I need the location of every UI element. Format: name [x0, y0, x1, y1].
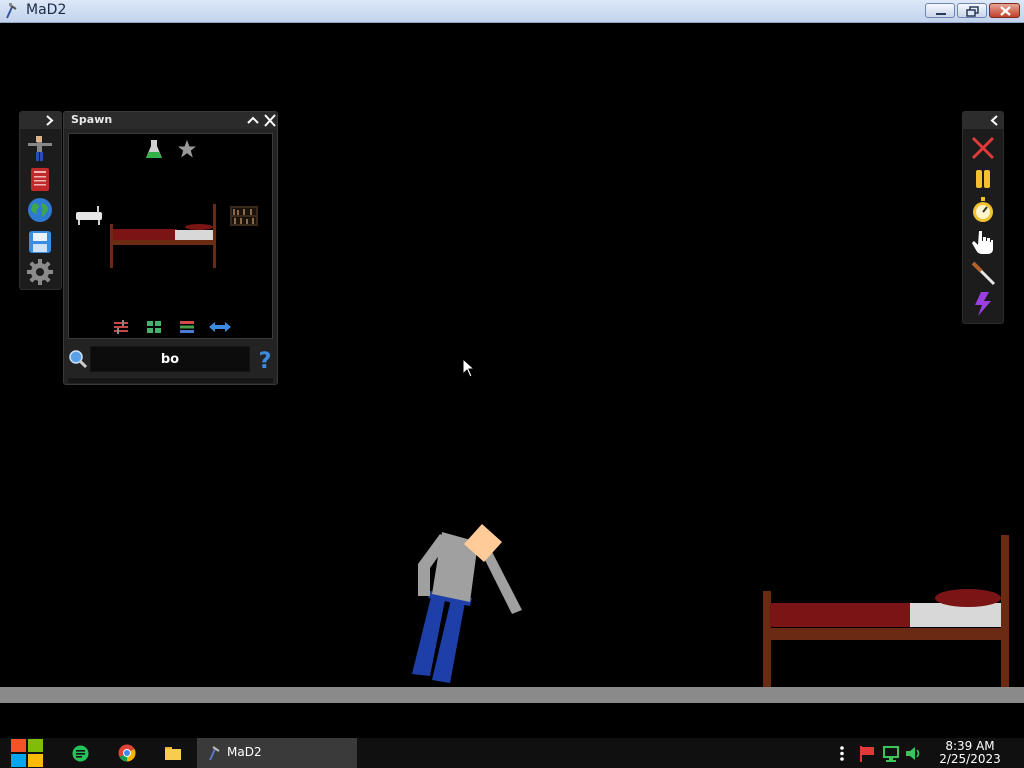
taskbar-item-mad2[interactable]: MaD2 — [197, 738, 357, 768]
window-title-bar: MaD2 — [0, 0, 1024, 23]
star-icon[interactable] — [177, 139, 197, 159]
search-row: bo ? — [64, 344, 277, 376]
ragdoll-tool-button[interactable] — [26, 134, 54, 162]
save-button[interactable] — [26, 228, 54, 256]
drag-tool-button[interactable] — [969, 228, 997, 256]
volume-icon[interactable] — [905, 745, 923, 762]
right-toolbar — [962, 111, 1004, 324]
swap-arrows-icon[interactable] — [209, 321, 231, 333]
right-toolbar-header — [963, 112, 1003, 129]
bed-object[interactable] — [760, 533, 1014, 688]
collapse-chevron-up-icon[interactable] — [246, 114, 260, 127]
list-view-icon[interactable] — [179, 320, 195, 334]
spawn-panel-footer — [68, 378, 273, 383]
help-icon[interactable]: ? — [256, 348, 274, 372]
minimize-button[interactable] — [925, 3, 955, 18]
window-title: MaD2 — [26, 2, 67, 18]
lightning-icon — [975, 292, 991, 316]
settings-button[interactable] — [26, 258, 54, 286]
flask-icon[interactable] — [145, 139, 163, 159]
filter-icon[interactable] — [113, 320, 129, 334]
spawn-panel-header[interactable]: Spawn — [64, 112, 277, 129]
save-icon — [29, 231, 51, 253]
spawn-panel-title: Spawn — [71, 113, 113, 126]
chat-app-icon[interactable] — [72, 745, 89, 762]
stopwatch-icon — [973, 197, 993, 222]
pause-button[interactable] — [969, 165, 997, 193]
book-icon — [31, 168, 49, 191]
close-window-button[interactable] — [989, 3, 1020, 18]
ragdoll-character[interactable] — [400, 498, 540, 688]
flag-icon[interactable] — [858, 745, 876, 762]
close-panel-icon[interactable] — [263, 114, 277, 127]
minimize-icon — [936, 13, 946, 15]
globe-icon — [28, 198, 52, 222]
overflow-dots-icon[interactable] — [838, 745, 846, 762]
restore-icon — [966, 6, 979, 17]
mouse-cursor — [462, 358, 476, 378]
bathtub-item[interactable] — [75, 204, 103, 226]
bed-item[interactable] — [107, 202, 219, 270]
delete-tool-button[interactable] — [969, 134, 997, 162]
collapse-chevron-left-icon[interactable] — [989, 114, 1001, 127]
power-tool-button[interactable] — [969, 290, 997, 318]
grid-view-icon[interactable] — [146, 320, 162, 334]
bookshelf-item[interactable] — [230, 206, 258, 226]
ragdoll-icon — [28, 136, 52, 161]
chrome-icon[interactable] — [118, 744, 136, 762]
left-toolbar — [19, 111, 62, 290]
expand-chevron-right-icon[interactable] — [44, 114, 56, 127]
taskbar-clock[interactable]: 8:39 AM 2/25/2023 — [930, 740, 1010, 766]
windows-start-icon[interactable] — [10, 738, 44, 768]
knife-tool-button[interactable] — [969, 259, 997, 287]
ground-floor — [0, 687, 1024, 703]
delete-x-icon — [971, 136, 995, 160]
gear-icon — [27, 259, 53, 285]
clock-date: 2/25/2023 — [939, 752, 1001, 766]
spawn-item-grid — [68, 133, 273, 339]
svg-text:?: ? — [259, 349, 272, 372]
app-icon — [6, 3, 17, 19]
spawn-panel: Spawn bo ? — [63, 111, 278, 385]
taskbar-item-label: MaD2 — [227, 745, 262, 759]
ground-underside — [0, 703, 1024, 738]
folder-icon[interactable] — [165, 745, 181, 760]
search-icon — [69, 350, 88, 369]
network-icon[interactable] — [882, 745, 900, 762]
knife-icon — [971, 261, 996, 286]
time-scale-button[interactable] — [969, 196, 997, 224]
pause-icon — [976, 170, 990, 188]
close-icon — [1000, 6, 1011, 16]
restore-button[interactable] — [957, 3, 987, 18]
left-toolbar-header — [20, 112, 61, 129]
catalog-button[interactable] — [26, 165, 54, 193]
mad2-app-icon — [209, 746, 220, 761]
environment-button[interactable] — [26, 196, 54, 224]
hand-icon — [972, 231, 993, 254]
search-input[interactable]: bo — [90, 346, 250, 372]
taskbar: MaD2 8:39 AM 2/25/2023 — [0, 738, 1024, 768]
